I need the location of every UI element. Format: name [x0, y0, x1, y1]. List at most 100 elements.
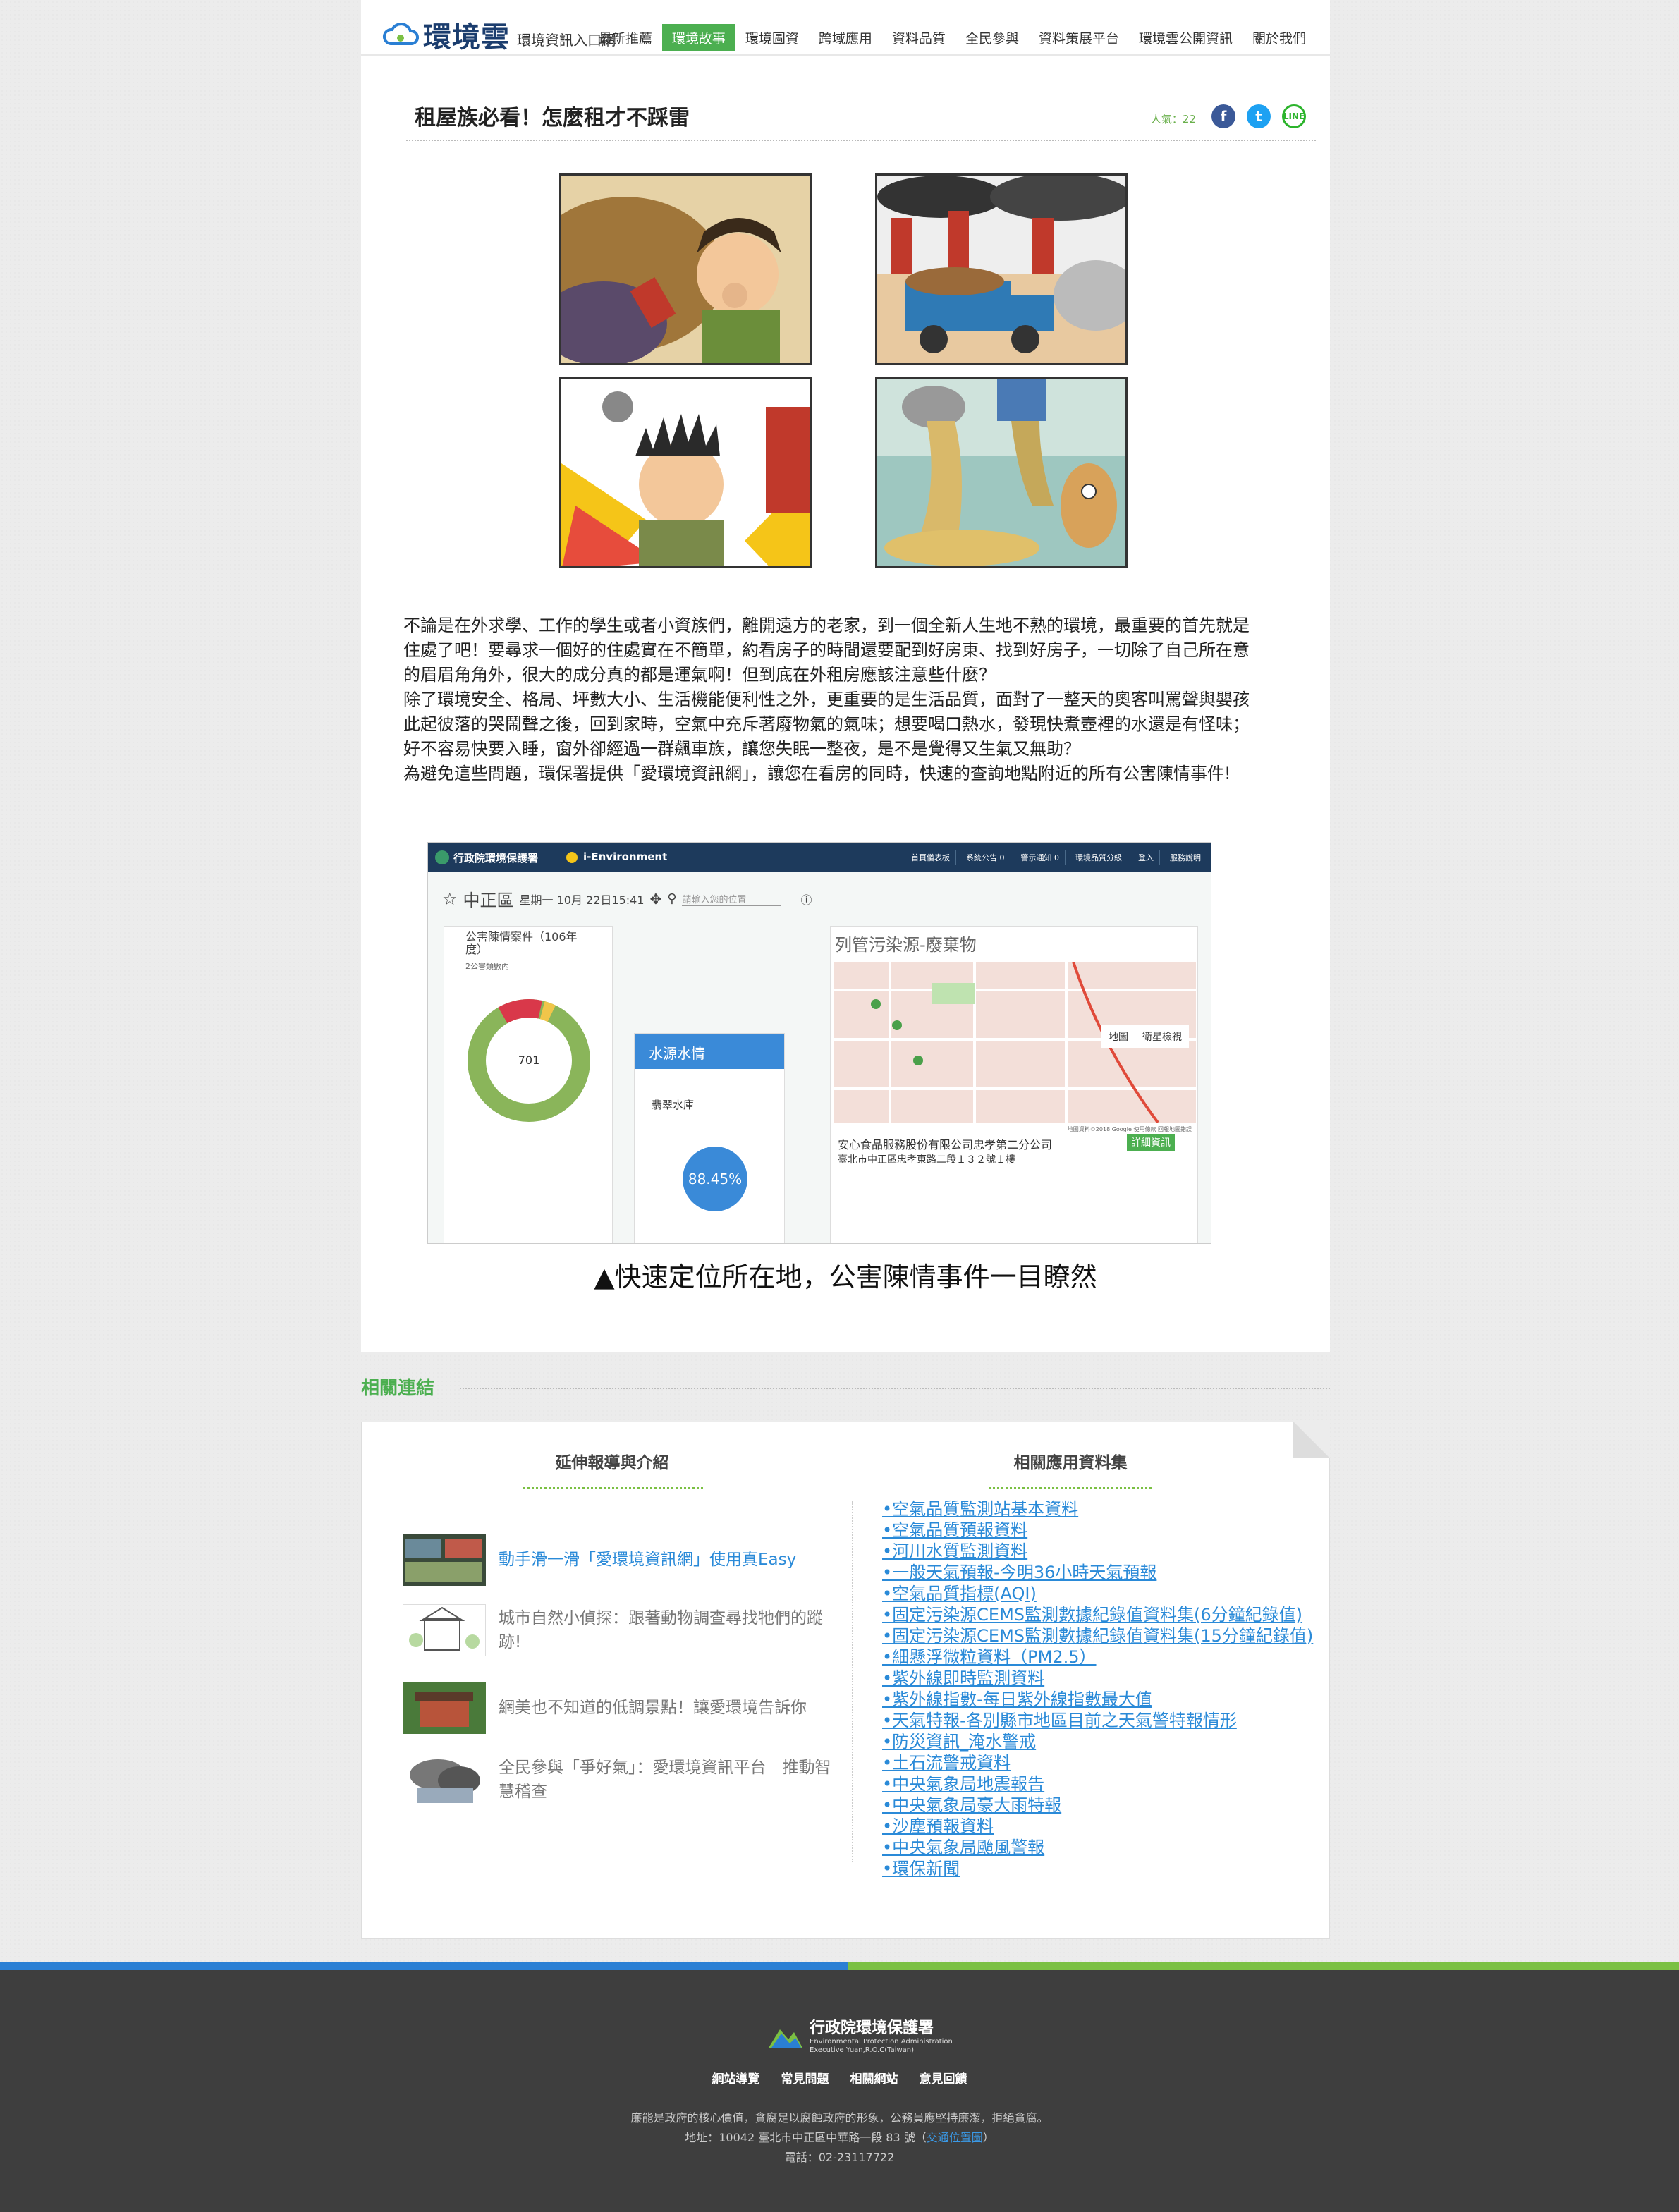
ie-reservoir-gauge: 88.45%	[683, 1147, 747, 1211]
article: 租屋族必看！怎麼租才不踩雷 人氣：22 f t LINE 不論是在外求學、工作的…	[361, 56, 1330, 1352]
column-divider	[852, 1501, 853, 1862]
page-fold-corner	[1293, 1422, 1330, 1458]
city-sketch-icon	[409, 1606, 480, 1651]
comic-panel-water	[875, 377, 1128, 568]
dataset-link[interactable]: •中央氣象局颱風警報	[882, 1837, 1313, 1858]
news-item[interactable]: 網美也不知道的低調景點！讓愛環境告訴你	[403, 1682, 841, 1734]
ie-map-credit: 地圖資料©2018 Google 使用條款 回報地圖錯誤	[1067, 1126, 1192, 1132]
search-icon[interactable]: ⚲	[667, 891, 676, 906]
ie-pollution-panel: 公害陳情案件（106年度） 2公害類數內 701	[444, 926, 613, 1243]
footer-color-bar	[0, 1962, 1679, 1970]
nav-participation[interactable]: 全民參與	[955, 24, 1029, 51]
dataset-link[interactable]: •空氣品質監測站基本資料	[882, 1498, 1313, 1520]
footer-traffic-link[interactable]: 交通位置圖	[927, 2131, 983, 2144]
nav-apps[interactable]: 跨域應用	[809, 24, 882, 51]
epa-logo[interactable]: 行政院環境保護署 Environmental Protection Admini…	[769, 2015, 953, 2055]
smog-illustration-icon	[410, 1759, 480, 1803]
nav-latest[interactable]: 最新推薦	[589, 24, 662, 51]
ie-location-bar: ☆ 中正區 星期一 10月 22日15:41 ✥ ⚲ 請輸入您的位置 ⓘ	[442, 886, 812, 911]
news-item[interactable]: 城市自然小偵探：跟著動物調查尋找牠們的蹤跡!	[403, 1604, 841, 1656]
twitter-share-icon[interactable]: t	[1247, 104, 1271, 128]
nav-public-info[interactable]: 環境雲公開資訊	[1129, 24, 1243, 51]
ie-datetime: 星期一 10月 22日15:41	[519, 893, 645, 907]
news-link[interactable]: 網美也不知道的低調景點！讓愛環境告訴你	[499, 1696, 841, 1720]
dataset-link[interactable]: •細懸浮微粒資料（PM2.5）	[882, 1646, 1313, 1668]
news-link[interactable]: 動手滑一滑「愛環境資訊網」使用真Easy	[499, 1548, 841, 1572]
ie-map-type-toggle: 地圖 衛星檢視	[1101, 1025, 1189, 1048]
site-logo[interactable]: 環境雲 環境資訊入口網	[382, 14, 616, 55]
nav-about[interactable]: 關於我們	[1243, 24, 1316, 51]
i-environment-screenshot: 行政院環境保護署 i-Environment 首頁儀表板 系統公告 0 警示通知…	[427, 842, 1211, 1244]
ie-brand-icon	[435, 850, 449, 864]
garbage-illustration	[561, 176, 810, 363]
dataset-link[interactable]: •中央氣象局豪大雨特報	[882, 1795, 1313, 1816]
ie-nav-help[interactable]: 服務說明	[1164, 850, 1207, 865]
ie-nav-grading[interactable]: 環境品質分級	[1070, 850, 1128, 865]
footer-link-related[interactable]: 相關網站	[850, 2069, 898, 2086]
article-title-row: 租屋族必看！怎麼租才不踩雷 人氣：22 f t LINE	[406, 92, 1316, 141]
dataset-link[interactable]: •固定污染源CEMS監測數據紀錄值資料集(15分鐘紀錄值)	[882, 1625, 1313, 1646]
ie-map-title: 列管污染源-廢棄物	[835, 935, 977, 955]
ie-map[interactable]: 地圖 衛星檢視	[834, 961, 1196, 1124]
related-header: 相關連結	[361, 1374, 1330, 1402]
dataset-link[interactable]: •環保新聞	[882, 1858, 1313, 1879]
ie-location: 中正區	[463, 891, 514, 910]
dataset-link[interactable]: •空氣品質預報資料	[882, 1520, 1313, 1541]
footer-link-sitemap[interactable]: 網站導覽	[712, 2069, 760, 2086]
dataset-link[interactable]: •天氣特報-各別縣市地區目前之天氣警特報情形	[882, 1710, 1313, 1731]
news-link[interactable]: 全民參與「爭好氣」：愛環境資訊平台 推動智慧稽查	[499, 1756, 841, 1804]
dataset-link[interactable]: •河川水質監測資料	[882, 1541, 1313, 1562]
dataset-link[interactable]: •紫外線即時監測資料	[882, 1668, 1313, 1689]
nav-curation[interactable]: 資料策展平台	[1029, 24, 1129, 51]
line-share-icon[interactable]: LINE	[1282, 104, 1306, 128]
ie-water-panel: 水源水情 翡翠水庫 88.45%	[634, 1033, 785, 1243]
footer-link-feedback[interactable]: 意見回饋	[920, 2069, 967, 2086]
nav-stories[interactable]: 環境故事	[661, 24, 735, 51]
related-box: 延伸報導與介紹 相關應用資料集 動手滑一滑「愛環境資訊網」使用真Easy 城市自…	[361, 1422, 1330, 1939]
satellite-button[interactable]: 衛星檢視	[1135, 1025, 1189, 1048]
ie-nav-announce[interactable]: 系統公告 0	[960, 850, 1011, 865]
dataset-link[interactable]: •沙塵預報資料	[882, 1816, 1313, 1837]
ie-search-input[interactable]: 請輸入您的位置	[682, 892, 781, 906]
nav-quality[interactable]: 資料品質	[882, 24, 955, 51]
ie-app-name: i-Environment	[583, 850, 668, 863]
dataset-link[interactable]: •土石流警戒資料	[882, 1752, 1313, 1773]
star-icon[interactable]: ☆	[442, 889, 458, 909]
news-link[interactable]: 城市自然小偵探：跟著動物調查尋找牠們的蹤跡!	[499, 1606, 841, 1654]
dataset-link[interactable]: •固定污染源CEMS監測數據紀錄值資料集(6分鐘紀錄值)	[882, 1604, 1313, 1625]
related-title: 相關連結	[361, 1378, 435, 1399]
col-datasets-underline	[989, 1487, 1152, 1489]
col-news-title: 延伸報導與介紹	[555, 1454, 669, 1472]
nav-maps[interactable]: 環境圖資	[735, 24, 809, 51]
ie-donut-value: 701	[518, 1053, 540, 1067]
comic-panel-factory	[875, 173, 1128, 365]
locate-icon[interactable]: ✥	[650, 891, 662, 908]
ie-nav-login[interactable]: 登入	[1132, 850, 1160, 865]
ie-nav-dashboard[interactable]: 首頁儀表板	[905, 850, 956, 865]
factory-truck-illustration	[877, 176, 1125, 363]
dataset-list: •空氣品質監測站基本資料 •空氣品質預報資料 •河川水質監測資料 •一般天氣預報…	[882, 1498, 1313, 1879]
article-paragraph-2: 除了環境安全、格局、坪數大小、生活機能便利性之外，更重要的是生活品質，面對了一整…	[403, 690, 1250, 759]
ie-nav-alerts[interactable]: 警示通知 0	[1015, 850, 1066, 865]
footer-org-name: 行政院環境保護署	[810, 2019, 934, 2037]
facebook-share-icon[interactable]: f	[1211, 104, 1235, 128]
dataset-link[interactable]: •防災資訊_淹水警戒	[882, 1731, 1313, 1752]
news-item[interactable]: 全民參與「爭好氣」：愛環境資訊平台 推動智慧稽查	[403, 1754, 841, 1806]
ie-company-detail-button[interactable]: 詳細資訊	[1127, 1134, 1175, 1151]
col-news-underline	[523, 1487, 703, 1489]
col-datasets-title: 相關應用資料集	[1013, 1454, 1128, 1472]
dataset-link[interactable]: •中央氣象局地震報告	[882, 1773, 1313, 1795]
footer-address: 地址：10042 臺北市中正區中華路一段 83 號（	[685, 2131, 927, 2144]
ie-topbar: 行政院環境保護署 i-Environment 首頁儀表板 系統公告 0 警示通知…	[428, 843, 1211, 872]
view-count: 人氣：22	[1150, 113, 1196, 126]
news-item[interactable]: 動手滑一滑「愛環境資訊網」使用真Easy	[403, 1534, 841, 1586]
dataset-link[interactable]: •紫外線指數-每日紫外線指數最大值	[882, 1689, 1313, 1710]
info-icon[interactable]: ⓘ	[800, 891, 812, 908]
ie-map-panel: 列管污染源-廢棄物 地圖 衛星檢視 地圖資料©2018 Google 使用條款 …	[830, 926, 1198, 1243]
map-button[interactable]: 地圖	[1101, 1025, 1135, 1048]
dataset-link[interactable]: •空氣品質指標(AQI)	[882, 1583, 1313, 1604]
dataset-link[interactable]: •一般天氣預報-今明36小時天氣預報	[882, 1562, 1313, 1583]
noise-illustration	[561, 379, 810, 566]
footer-link-faq[interactable]: 常見問題	[781, 2069, 829, 2086]
epa-mountain-icon	[769, 2029, 802, 2048]
